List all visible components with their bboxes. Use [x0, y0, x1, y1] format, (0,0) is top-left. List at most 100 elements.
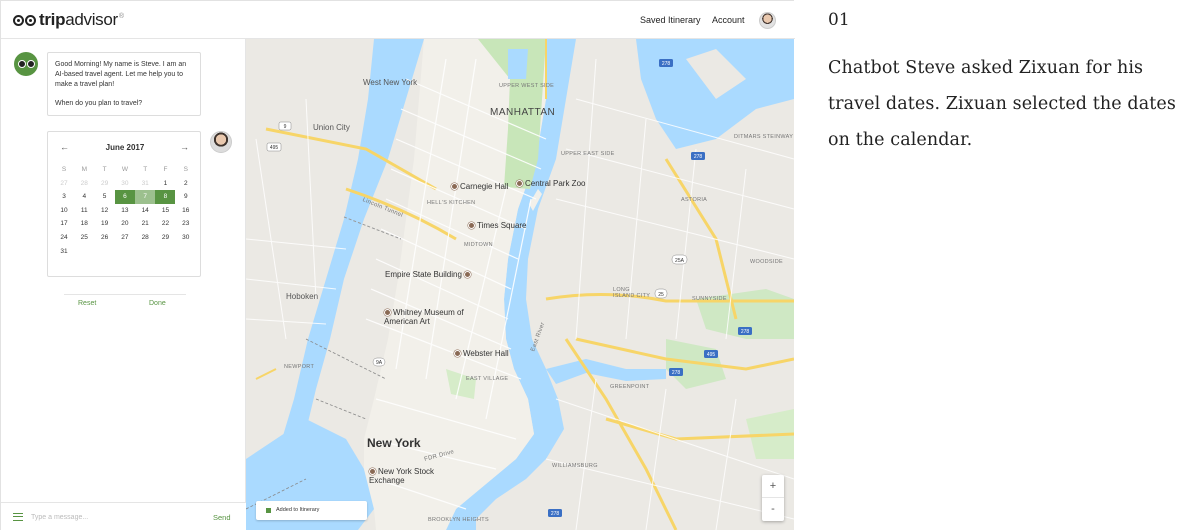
calendar-day[interactable]: 30	[115, 177, 135, 191]
bot-greeting-text: Good Morning! My name is Steve. I am an …	[55, 61, 187, 88]
calendar-day[interactable]: 27	[115, 231, 135, 245]
calendar-month-title: June 2017	[105, 143, 145, 152]
weekday-header: T	[143, 166, 148, 173]
poi-webster-hall[interactable]: Webster Hall	[454, 349, 509, 358]
calendar-day[interactable]: 1	[155, 177, 175, 191]
map-view[interactable]: 9 495 278 278 25A 25 278 495 278 9A 278 …	[246, 39, 794, 530]
poi-central-park-zoo[interactable]: Central Park Zoo	[516, 179, 585, 188]
calendar-day[interactable]: 30	[176, 231, 196, 245]
menu-icon[interactable]	[13, 513, 23, 521]
zoom-in-button[interactable]: +	[762, 475, 784, 498]
weekday-header: M	[81, 166, 87, 173]
map-label-woodside: WOODSIDE	[750, 259, 783, 265]
bot-avatar	[14, 52, 38, 76]
calendar-day[interactable]: 2	[176, 177, 196, 191]
calendar-day[interactable]: 16	[176, 204, 196, 218]
pin-icon	[463, 271, 471, 278]
calendar-day-selected[interactable]: 6	[114, 190, 135, 204]
calendar-day[interactable]: 28	[74, 177, 94, 191]
calendar-day[interactable]: 12	[95, 204, 115, 218]
calendar-day[interactable]: 22	[155, 217, 175, 231]
calendar-day[interactable]: 23	[176, 217, 196, 231]
toast-text: Added to Itinerary	[276, 507, 320, 513]
account-link[interactable]: Account	[712, 15, 745, 25]
map-label-hoboken: Hoboken	[286, 292, 319, 301]
map-label-sunnyside: SUNNYSIDE	[692, 296, 727, 302]
calendar-day[interactable]: 24	[54, 231, 74, 245]
chat-panel: Good Morning! My name is Steve. I am an …	[1, 39, 246, 530]
map-label-midtown: MIDTOWN	[464, 242, 493, 248]
calendar-day[interactable]: 21	[135, 217, 155, 231]
calendar-day[interactable]: 31	[54, 245, 74, 259]
calendar-day[interactable]: 29	[155, 231, 175, 245]
map-label-manhattan: MANHATTAN	[490, 107, 556, 118]
poi-whitney-museum[interactable]: Whitney Museum of American Art	[384, 308, 469, 326]
map-label-astoria: ASTORIA	[681, 197, 708, 203]
pin-icon	[384, 309, 391, 316]
map-label-upper-east-side: UPPER EAST SIDE	[561, 151, 615, 157]
map-label-newport: NEWPORT	[284, 364, 315, 370]
poi-empire-state-building[interactable]: Empire State Building	[385, 270, 473, 279]
calendar-day[interactable]: 28	[135, 231, 155, 245]
svg-text:278: 278	[694, 154, 703, 160]
map-label-upper-west-side: UPPER WEST SIDE	[499, 83, 555, 89]
user-avatar[interactable]	[759, 12, 776, 29]
bot-message-bubble: Good Morning! My name is Steve. I am an …	[47, 52, 201, 116]
reset-button[interactable]: Reset	[78, 300, 96, 307]
weekday-header: W	[121, 166, 128, 173]
calendar-day[interactable]: 10	[54, 204, 74, 218]
calendar-day[interactable]: 17	[54, 217, 74, 231]
bot-question-text: When do you plan to travel?	[55, 100, 143, 107]
pin-icon	[454, 350, 461, 357]
calendar-day-in-range[interactable]: 7	[135, 190, 156, 204]
message-input[interactable]	[31, 510, 191, 524]
calendar-day[interactable]: 14	[135, 204, 155, 218]
calendar-day[interactable]: 3	[54, 190, 74, 204]
done-button[interactable]: Done	[149, 300, 166, 307]
calendar-grid: S M T W T F S 27 28 29 30 31 1 2 3 4 5 6 7 8 9 10 11 12 13 14 15 16…	[54, 163, 196, 258]
map-label-williamsburg: WILLIAMSBURG	[552, 463, 598, 469]
calendar-day[interactable]: 26	[95, 231, 115, 245]
poi-nyse[interactable]: New York Stock Exchange	[369, 467, 439, 485]
calendar-day[interactable]: 5	[95, 190, 115, 204]
pin-icon	[451, 183, 458, 190]
svg-text:278: 278	[551, 511, 560, 517]
calendar-day[interactable]: 27	[54, 177, 74, 191]
weekday-header: S	[61, 166, 67, 173]
svg-text:278: 278	[741, 329, 750, 335]
calendar-day[interactable]: 20	[115, 217, 135, 231]
caption-text: Chatbot Steve asked Zixuan for his trave…	[828, 58, 1176, 150]
calendar-divider	[64, 294, 186, 295]
saved-itinerary-link[interactable]: Saved Itinerary	[640, 15, 701, 25]
date-picker-calendar: ← June 2017 → S M T W T F S 27 28 29 30 31 1 2 3 4 5 6 7 8 9…	[47, 131, 202, 307]
calendar-day[interactable]: 11	[74, 204, 94, 218]
poi-carnegie-hall[interactable]: Carnegie Hall	[451, 182, 508, 191]
calendar-day[interactable]: 29	[95, 177, 115, 191]
map-label-west-new-york: West New York	[363, 78, 418, 87]
map-label-new-york: New York	[367, 436, 421, 450]
logo-text: tripadvisor	[39, 10, 118, 29]
zoom-out-button[interactable]: -	[762, 498, 784, 521]
weekday-header: S	[183, 166, 188, 173]
calendar-day[interactable]: 18	[74, 217, 94, 231]
calendar-day[interactable]: 19	[95, 217, 115, 231]
tripadvisor-app-window: tripadvisor ® Saved Itinerary Account Go…	[0, 0, 795, 530]
pin-icon	[468, 222, 475, 229]
calendar-day-selected[interactable]: 8	[155, 190, 176, 204]
calendar-day[interactable]: 13	[115, 204, 135, 218]
calendar-day[interactable]: 31	[135, 177, 155, 191]
tripadvisor-logo[interactable]: tripadvisor ®	[13, 10, 124, 30]
calendar-header: ← June 2017 →	[48, 142, 202, 154]
send-button[interactable]: Send	[213, 513, 231, 522]
calendar-day[interactable]: 15	[155, 204, 175, 218]
caption-number: 01	[828, 10, 850, 30]
map-label-greenpoint: GREENPOINT	[610, 384, 650, 390]
calendar-day[interactable]: 25	[74, 231, 94, 245]
calendar-day[interactable]: 9	[176, 190, 196, 204]
svg-text:9A: 9A	[376, 360, 383, 366]
poi-times-square[interactable]: Times Square	[468, 221, 527, 230]
map-label-union-city: Union City	[313, 123, 350, 132]
user-chat-avatar	[210, 131, 232, 153]
next-month-arrow-icon[interactable]: →	[180, 142, 189, 152]
calendar-day[interactable]: 4	[74, 190, 94, 204]
